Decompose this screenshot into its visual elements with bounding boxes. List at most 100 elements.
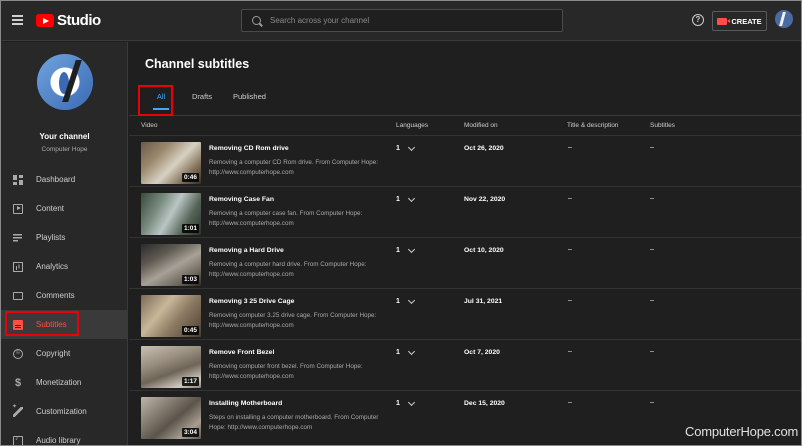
sidebar-item-monetization[interactable]: $ Monetization [1, 368, 128, 397]
sidebar-item-label: Analytics [36, 262, 69, 271]
search-placeholder: Search across your channel [270, 16, 370, 25]
table-row[interactable]: 1:01 Removing Case Fan Removing a comput… [129, 186, 801, 237]
video-duration: 1:03 [181, 275, 199, 284]
playlists-icon [13, 232, 23, 243]
main-content: Channel subtitles All Drafts Published V… [129, 42, 801, 445]
sidebar-item-comments[interactable]: Comments [1, 281, 128, 310]
sidebar-item-analytics[interactable]: Analytics [1, 252, 128, 281]
video-title[interactable]: Remove Front Bezel [209, 349, 274, 356]
chevron-down-icon [407, 347, 415, 355]
languages-count: 1 [396, 400, 400, 407]
chevron-down-icon [407, 143, 415, 151]
tab-drafts[interactable]: Drafts [191, 90, 213, 114]
video-title[interactable]: Removing 3 25 Drive Cage [209, 298, 294, 305]
all-tab-highlight-box [138, 85, 173, 116]
video-title[interactable]: Removing a Hard Drive [209, 247, 284, 254]
video-title[interactable]: Installing Motherboard [209, 400, 282, 407]
modified-date: Jul 31, 2021 [464, 298, 503, 305]
column-header-subtitles: Subtitles [650, 122, 675, 129]
comments-icon [13, 291, 23, 300]
languages-count: 1 [396, 196, 400, 203]
video-thumbnail[interactable]: 1:03 [141, 244, 201, 286]
column-header-languages: Languages [396, 122, 429, 129]
languages-dropdown[interactable]: 1 [396, 347, 415, 356]
tab-divider [129, 115, 801, 116]
video-title[interactable]: Removing Case Fan [209, 196, 274, 203]
sidebar-item-copyright[interactable]: © Copyright [1, 339, 128, 368]
menu-icon[interactable] [12, 15, 23, 25]
search-input[interactable]: Search across your channel [241, 9, 563, 32]
create-label: CREATE [731, 16, 762, 26]
video-duration: 0:45 [181, 326, 199, 335]
subtitles-status: – [650, 195, 654, 202]
modified-date: Oct 7, 2020 [464, 349, 500, 356]
sidebar-item-dashboard[interactable]: Dashboard [1, 165, 128, 194]
watermark: ComputerHope.com [685, 424, 799, 439]
page-title: Channel subtitles [145, 57, 250, 71]
video-description: Removing computer front bezel. From Comp… [209, 363, 363, 380]
column-header-video: Video [141, 122, 158, 129]
video-thumbnail[interactable]: 1:17 [141, 346, 201, 388]
video-title[interactable]: Removing CD Rom drive [209, 145, 289, 152]
video-duration: 1:17 [181, 377, 199, 386]
account-avatar[interactable] [775, 10, 793, 28]
title-description-status: – [568, 348, 572, 355]
languages-count: 1 [396, 247, 400, 254]
create-button[interactable]: CREATE [712, 11, 767, 31]
video-description: Removing a computer hard drive. From Com… [209, 261, 367, 278]
sidebar-item-label: Customization [36, 407, 87, 416]
subtitles-status: – [650, 297, 654, 304]
logo-text: Studio [57, 12, 101, 29]
title-description-status: – [568, 195, 572, 202]
video-thumbnail[interactable]: 0:46 [141, 142, 201, 184]
video-thumbnail[interactable]: 0:45 [141, 295, 201, 337]
sidebar-item-playlists[interactable]: Playlists [1, 223, 128, 252]
sidebar-item-label: Copyright [36, 349, 71, 358]
languages-dropdown[interactable]: 1 [396, 245, 415, 254]
languages-dropdown[interactable]: 1 [396, 398, 415, 407]
channel-avatar[interactable] [37, 54, 93, 110]
subtitles-status: – [650, 399, 654, 406]
chevron-down-icon [407, 296, 415, 304]
chevron-down-icon [407, 245, 415, 253]
sidebar-item-content[interactable]: Content [1, 194, 128, 223]
modified-date: Nov 22, 2020 [464, 196, 506, 203]
video-duration: 1:01 [181, 224, 199, 233]
video-thumbnail[interactable]: 3:04 [141, 397, 201, 439]
sidebar-item-audio-library[interactable]: Audio library [1, 426, 128, 445]
chevron-down-icon [407, 194, 415, 202]
sidebar: Your channel Computer Hope Dashboard Con… [1, 42, 128, 445]
dashboard-icon [13, 174, 23, 185]
tab-published[interactable]: Published [233, 90, 266, 114]
subtitles-status: – [650, 144, 654, 151]
table-row[interactable]: 1:17 Remove Front Bezel Removing compute… [129, 339, 801, 390]
sidebar-item-label: Playlists [36, 233, 66, 242]
subtitles-status: – [650, 348, 654, 355]
modified-date: Oct 10, 2020 [464, 247, 504, 254]
languages-count: 1 [396, 349, 400, 356]
table-row[interactable]: 1:03 Removing a Hard Drive Removing a co… [129, 237, 801, 288]
youtube-logo-icon [36, 14, 54, 27]
studio-logo[interactable]: Studio [36, 12, 101, 29]
title-description-status: – [568, 144, 572, 151]
sidebar-item-label: Content [36, 204, 65, 213]
languages-dropdown[interactable]: 1 [396, 194, 415, 203]
sidebar-item-label: Audio library [36, 436, 81, 445]
video-camera-icon [717, 17, 731, 25]
table-row[interactable]: 0:46 Removing CD Rom drive Removing a co… [129, 135, 801, 186]
title-description-status: – [568, 246, 572, 253]
languages-count: 1 [396, 298, 400, 305]
video-thumbnail[interactable]: 1:01 [141, 193, 201, 235]
help-icon[interactable]: ? [692, 14, 704, 26]
table-row[interactable]: 0:45 Removing 3 25 Drive Cage Removing c… [129, 288, 801, 339]
studio-window: Studio Search across your channel ? CREA… [0, 0, 802, 446]
video-duration: 0:46 [181, 173, 199, 182]
sidebar-item-customization[interactable]: Customization [1, 397, 128, 426]
video-description: Removing a computer case fan. From Compu… [209, 210, 363, 227]
customization-icon [12, 403, 23, 417]
table-header: Video Languages Modified on Title & desc… [129, 122, 801, 136]
copyright-icon: © [13, 348, 23, 359]
languages-dropdown[interactable]: 1 [396, 296, 415, 305]
monetization-icon: $ [14, 376, 22, 389]
languages-dropdown[interactable]: 1 [396, 143, 415, 152]
